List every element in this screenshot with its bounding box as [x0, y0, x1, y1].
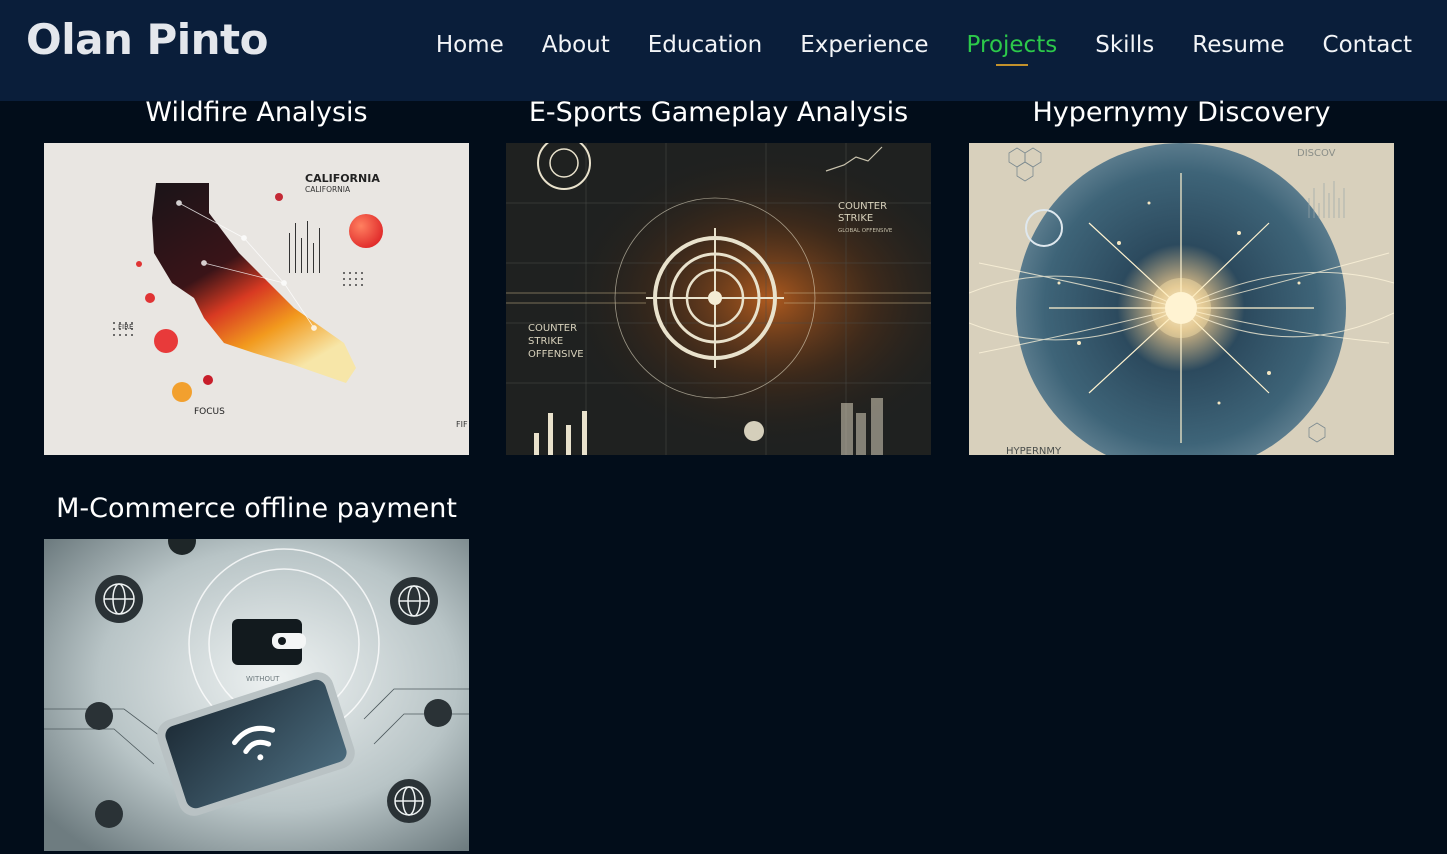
- image-label: HYPERNMY: [1006, 446, 1062, 455]
- project-title[interactable]: M-Commerce offline payment: [14, 492, 499, 526]
- image-label: STRIKE: [528, 336, 563, 347]
- network-burst-icon: DISCOV HYPERNMY: [969, 143, 1394, 455]
- project-title[interactable]: E-Sports Gameplay Analysis: [476, 96, 961, 130]
- image-label: WITHOUT: [246, 675, 280, 683]
- nav-link-experience[interactable]: Experience: [800, 30, 928, 60]
- image-label: GLOBAL OFFENSIVE: [838, 228, 893, 234]
- nav-link-home[interactable]: Home: [436, 30, 504, 60]
- nav-link-about[interactable]: About: [542, 30, 610, 60]
- image-label: COUNTER: [528, 323, 577, 334]
- image-label: FOCUS: [194, 407, 225, 417]
- image-label: FIF: [456, 420, 468, 429]
- brand-logo[interactable]: Olan Pinto: [26, 14, 268, 66]
- image-label: FIRE: [118, 323, 133, 331]
- nav-link-education[interactable]: Education: [648, 30, 763, 60]
- image-label: STRIKE: [838, 213, 873, 224]
- nav-link-skills[interactable]: Skills: [1095, 30, 1154, 60]
- project-image-esports[interactable]: COUNTER STRIKE GLOBAL OFFENSIVE COUNTER …: [506, 143, 931, 455]
- image-label: CALIFORNIA: [305, 185, 351, 194]
- navbar: Olan Pinto Home About Education Experien…: [0, 0, 1447, 101]
- image-label: OFFENSIVE: [528, 349, 584, 360]
- project-image-mcommerce[interactable]: WITHOUT: [44, 539, 469, 851]
- image-label: DISCOV: [1297, 148, 1336, 159]
- image-label: CALIFORNIA: [305, 172, 380, 185]
- project-image-hypernymy[interactable]: DISCOV HYPERNMY: [969, 143, 1394, 455]
- target-crosshair-icon: COUNTER STRIKE GLOBAL OFFENSIVE COUNTER …: [506, 143, 931, 455]
- california-wildfire-map-icon: CALIFORNIA CALIFORNIA FIRE FOCUS FIF: [44, 143, 469, 455]
- project-image-wildfire[interactable]: CALIFORNIA CALIFORNIA FIRE FOCUS FIF: [44, 143, 469, 455]
- image-label: COUNTER: [838, 201, 887, 212]
- nav-link-projects[interactable]: Projects: [967, 30, 1057, 66]
- nav-menu: Home About Education Experience Projects…: [398, 30, 1412, 66]
- nav-link-contact[interactable]: Contact: [1323, 30, 1412, 60]
- project-title[interactable]: Wildfire Analysis: [14, 96, 499, 130]
- project-title[interactable]: Hypernymy Discovery: [939, 96, 1424, 130]
- smartphone-wallet-icon: WITHOUT: [44, 539, 469, 851]
- nav-link-resume[interactable]: Resume: [1192, 30, 1284, 60]
